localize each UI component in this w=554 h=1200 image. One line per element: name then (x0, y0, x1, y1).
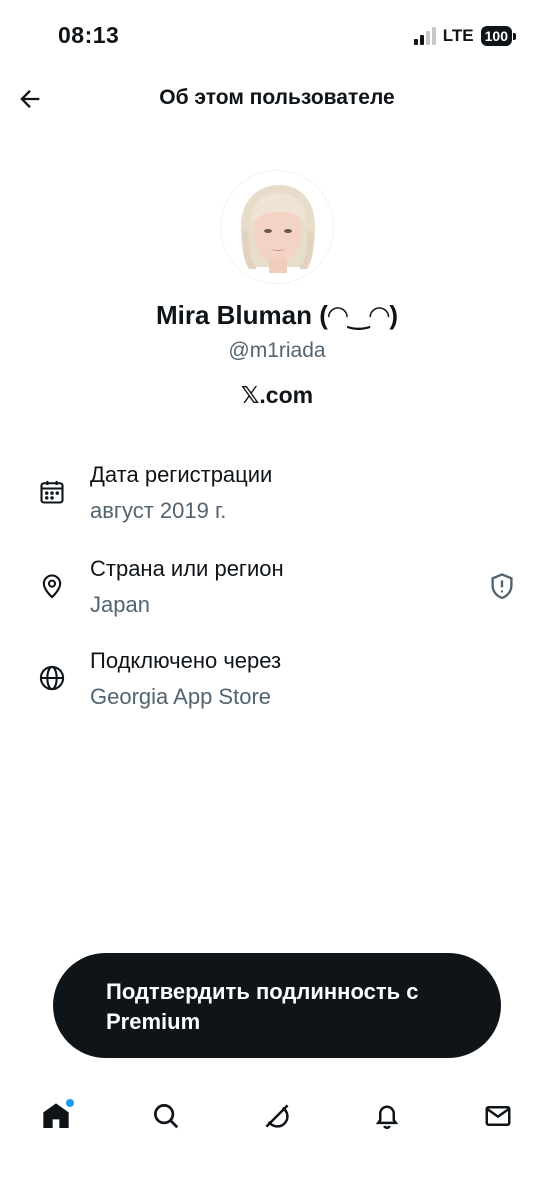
notification-dot (66, 1099, 74, 1107)
grok-icon (265, 1104, 289, 1128)
globe-icon (36, 662, 68, 694)
status-bar: 08:13 LTE 100 (0, 0, 554, 70)
verify-premium-button[interactable]: Подтвердить подлинность с Premium (53, 953, 501, 1058)
info-title: Дата регистрации (90, 462, 273, 487)
header: Об этом пользователе (0, 72, 554, 126)
calendar-icon (36, 476, 68, 508)
display-name: Mira Bluman (◠‿◠) (155, 300, 399, 330)
info-value: август 2019 г. (90, 498, 227, 523)
user-handle: @m1riada (228, 339, 326, 362)
tab-grok[interactable] (257, 1096, 297, 1136)
status-time: 08:13 (58, 22, 120, 48)
status-indicators: LTE 100 (413, 26, 516, 46)
shield-alert-icon[interactable] (486, 570, 518, 602)
info-title: Подключено через (90, 648, 282, 673)
website-link[interactable]: 𝕏.com (0, 382, 554, 409)
bell-icon (375, 1105, 399, 1129)
page-title: Об этом пользователе (159, 86, 395, 109)
battery-level: 100 (480, 26, 512, 46)
info-row-connected-via: Подключено через Georgia App Store (0, 648, 554, 728)
network-type: LTE (442, 26, 474, 45)
info-row-country: Страна или регион Japan (0, 556, 554, 636)
avatar[interactable] (220, 170, 334, 284)
info-value: Japan (90, 592, 150, 617)
signal-icon (413, 27, 436, 45)
tab-messages[interactable] (478, 1096, 518, 1136)
search-icon (154, 1104, 179, 1129)
tab-search[interactable] (146, 1096, 186, 1136)
info-row-joined: Дата регистрации август 2019 г. (0, 462, 554, 542)
location-pin-icon (36, 570, 68, 602)
tab-notifications[interactable] (367, 1096, 407, 1136)
info-value: Georgia App Store (90, 684, 272, 709)
info-title: Страна или регион (90, 556, 284, 581)
mail-icon (485, 1106, 511, 1126)
tab-home[interactable] (36, 1096, 76, 1136)
battery-icon: 100 (480, 26, 516, 46)
bottom-tab-bar (0, 1080, 554, 1155)
premium-button-label: Подтвердить подлинность с Premium (106, 979, 419, 1034)
